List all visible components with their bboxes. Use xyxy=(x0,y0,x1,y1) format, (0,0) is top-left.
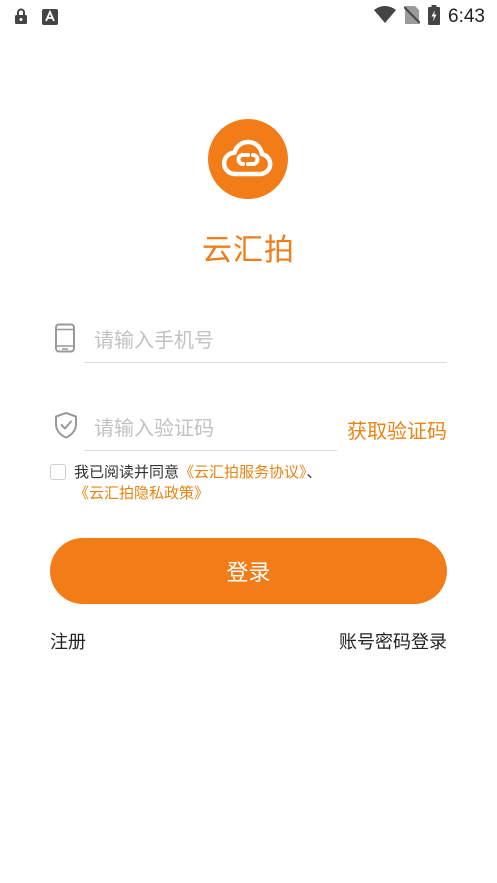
phone-input[interactable] xyxy=(94,325,334,355)
cloud-link-icon xyxy=(221,139,273,177)
agreement-separator: 、 xyxy=(306,463,322,481)
battery-charging-icon xyxy=(428,5,441,29)
code-field: 获取验证码 xyxy=(50,403,447,451)
shield-check-icon xyxy=(54,411,78,443)
status-bar: 6:43 xyxy=(0,0,497,34)
no-sim-icon xyxy=(403,5,421,29)
privacy-policy-link[interactable]: 《云汇拍隐私政策》 xyxy=(74,484,209,502)
status-time: 6:43 xyxy=(448,6,485,27)
lock-notification-icon xyxy=(14,8,28,29)
app-logo xyxy=(208,119,288,199)
agreement-text: 我已阅读并同意《云汇拍服务协议》、《云汇拍隐私政策》 xyxy=(74,462,446,504)
phone-field xyxy=(50,315,447,363)
wifi-icon xyxy=(374,6,397,28)
code-underline xyxy=(84,450,337,451)
code-input[interactable] xyxy=(94,413,334,443)
agreement-checkbox[interactable] xyxy=(50,464,66,480)
app-name: 云汇拍 xyxy=(202,233,295,268)
phone-underline xyxy=(84,362,447,363)
password-login-link[interactable]: 账号密码登录 xyxy=(339,628,447,654)
phone-icon xyxy=(54,323,76,357)
register-link[interactable]: 注册 xyxy=(50,628,86,654)
get-code-button[interactable]: 获取验证码 xyxy=(347,415,447,444)
agreement-prefix: 我已阅读并同意 xyxy=(74,463,180,481)
app-notification-icon xyxy=(42,8,58,29)
service-agreement-link[interactable]: 《云汇拍服务协议》 xyxy=(179,463,307,481)
login-button[interactable]: 登录 xyxy=(50,538,447,604)
